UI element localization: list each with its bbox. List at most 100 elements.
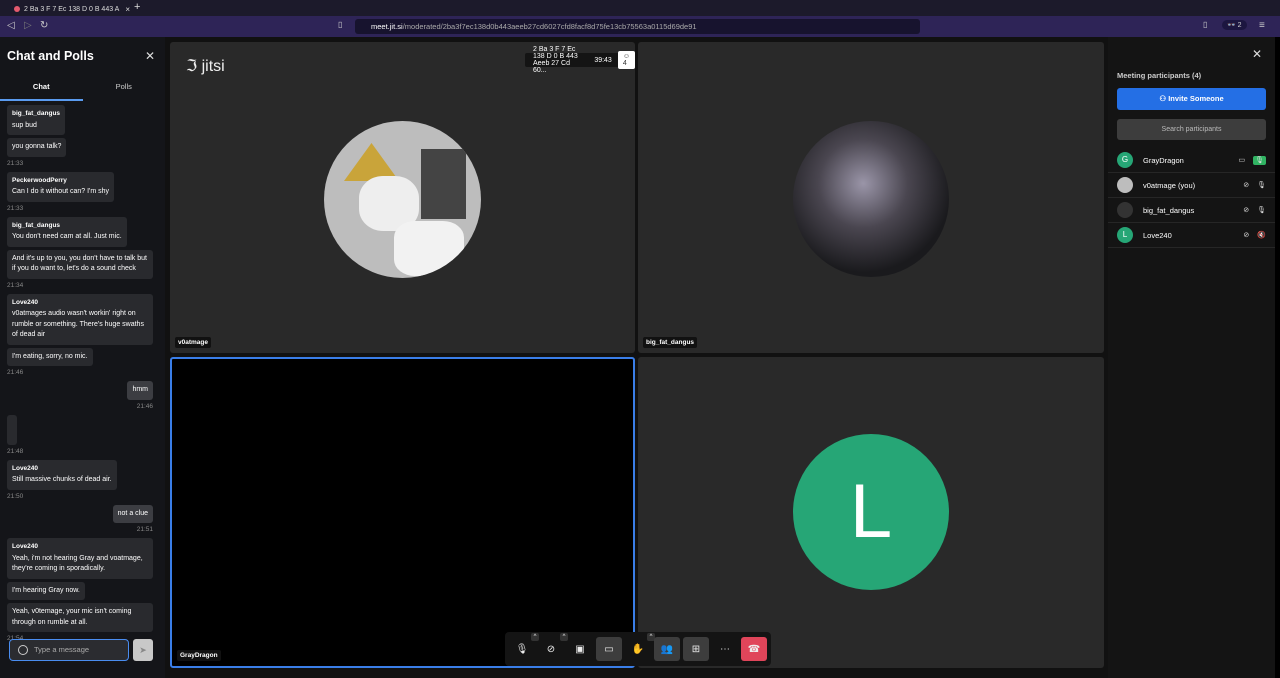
message-text: I'm hearing Gray now. — [12, 586, 80, 594]
message-text: not a clue — [117, 509, 148, 517]
tab-title: 2 Ba 3 F 7 Ec 138 D 0 B 443 A — [24, 5, 120, 13]
participant-row[interactable]: G GrayDragon ▭ 🎙 — [1108, 148, 1275, 173]
chat-message: not a clue — [112, 504, 153, 523]
url-domain: meet.jit.si — [371, 22, 403, 31]
raise-hand-button[interactable]: ✋ ^ — [625, 633, 655, 661]
screenshare-button[interactable]: ▣ — [567, 637, 593, 661]
bookmark-icon[interactable]: ▯ — [338, 20, 342, 29]
avatar-big-fat-dangus — [793, 121, 949, 277]
close-participants-icon[interactable]: ✕ — [1252, 47, 1262, 61]
jitsi-logo: ℑ jitsi — [186, 58, 225, 75]
message-timestamp: 21:33 — [7, 204, 24, 212]
message-text: Still massive chunks of dead air. — [12, 476, 112, 483]
send-button[interactable]: ➤ — [133, 639, 153, 661]
tile-name: GrayDragon — [177, 650, 221, 661]
participant-avatar: G — [1117, 152, 1133, 168]
message-text: Yeah, v0temage, your mic isn't coming th… — [12, 608, 132, 626]
chat-message — [7, 414, 17, 445]
new-tab-button[interactable]: + — [134, 1, 140, 13]
tile-graydragon[interactable]: GrayDragon — [170, 357, 635, 668]
emoji-icon[interactable] — [18, 645, 28, 655]
participant-name: GrayDragon — [1143, 155, 1184, 165]
participant-count: 4 — [622, 60, 627, 67]
tab-chat[interactable]: Chat — [0, 79, 83, 101]
tile-view-button[interactable]: ⊞ — [683, 637, 709, 661]
participant-name: v0atmage (you) — [1143, 180, 1196, 190]
message-timestamp: 21:34 — [7, 281, 24, 289]
message-timestamp: 21:46 — [136, 402, 153, 410]
tile-name: big_fat_dangus — [643, 337, 698, 348]
participant-list: G GrayDragon ▭ 🎙 v0atmage (you) ⊘ 🎙 big_fat_dan… — [1108, 148, 1275, 248]
message-author: big_fat_dangus — [12, 110, 61, 117]
chat-message: PeckerwoodPerry Can I do it without can? … — [7, 171, 115, 202]
participant-avatar — [1117, 202, 1133, 218]
meeting-info[interactable]: 2 Ba 3 F 7 Ec 138 D 0 B 443 Aeeb 27 Cd 6… — [525, 46, 635, 74]
camera-status-icon: ▭ — [1238, 157, 1246, 164]
mic-status-icon: 🎙 — [1257, 182, 1266, 189]
browser-tab[interactable]: 2 Ba 3 F 7 Ec 138 D 0 B 443 A × — [8, 2, 130, 16]
chat-message: I'm eating, sorry, no mic. — [7, 347, 93, 366]
chat-message: you gonna talk? — [7, 138, 67, 157]
message-text: Yeah, i'm not hearing Gray and voatmage,… — [12, 554, 143, 573]
address-bar: ◁ ▷ ↻ ▯ meet.jit.si/moderated/2ba3f7ec13… — [0, 16, 1280, 37]
participant-name: big_fat_dangus — [1143, 205, 1195, 215]
back-icon[interactable]: ◁ — [7, 20, 15, 31]
invite-button[interactable]: ⚇ Invite Someone — [1117, 88, 1266, 110]
logo-text: jitsi — [201, 58, 225, 75]
message-text: you gonna talk? — [12, 143, 62, 150]
chat-message: I'm hearing Gray now. — [7, 581, 85, 600]
participant-row[interactable]: big_fat_dangus ⊘ 🎙 — [1108, 198, 1275, 223]
mic-status-icon: 🎙 — [1257, 207, 1266, 214]
participant-count-badge[interactable]: ☺ 4 — [617, 51, 635, 69]
menu-icon[interactable]: ≡ — [1259, 20, 1265, 31]
meeting-timer: 39:43 — [594, 56, 612, 64]
tile-love240[interactable]: L — [638, 357, 1104, 668]
close-tab-icon[interactable]: × — [125, 5, 130, 14]
message-author: Love240 — [12, 298, 39, 306]
search-participants-input[interactable]: Search participants — [1117, 119, 1266, 140]
forward-icon[interactable]: ▷ — [24, 20, 32, 31]
profile-count: 2 — [1237, 22, 1242, 29]
chat-message: big_fat_dangus sup bud — [7, 105, 66, 135]
tile-v0atmage[interactable]: ℑ jitsi v0atmage 2 Ba 3 F 7 Ec 138 D 0 B… — [170, 42, 635, 353]
close-chat-icon[interactable]: ✕ — [145, 49, 155, 63]
input-placeholder: Type a message — [34, 645, 90, 654]
private-profile-button[interactable]: 👓 2 — [1222, 20, 1247, 30]
tile-big-fat-dangus[interactable]: big_fat_dangus — [638, 42, 1104, 353]
chat-message: Love240 Still massive chunks of dead air. — [7, 459, 117, 490]
mic-button[interactable]: 🎙 ^ — [509, 633, 539, 661]
participants-panel: ✕ Meeting participants (4) ⚇ Invite Some… — [1108, 37, 1275, 678]
participant-row[interactable]: v0atmage (you) ⊘ 🎙 — [1108, 173, 1275, 198]
favicon-icon — [14, 6, 20, 12]
message-input[interactable]: Type a message — [9, 639, 129, 661]
sidebar-toggle-icon[interactable]: ▯ — [1203, 20, 1207, 29]
participants-button[interactable]: 👥 — [654, 637, 680, 661]
chat-panel: Chat and Polls ✕ Chat Polls big_fat_dang… — [0, 37, 165, 678]
hangup-button[interactable]: ☎ — [741, 637, 767, 661]
meeting-name: 2 Ba 3 F 7 Ec 138 D 0 B 443 Aeeb 27 Cd 6… — [533, 46, 578, 74]
chat-message: Love240 Yeah, i'm not hearing Gray and vo… — [7, 538, 153, 579]
participants-title: Meeting participants (4) — [1117, 71, 1202, 80]
message-timestamp: 21:51 — [136, 526, 153, 533]
camera-button[interactable]: ⊘ ^ — [538, 633, 568, 661]
mic-status-icon: 🎙 — [1253, 156, 1266, 165]
camera-status-icon: ⊘ — [1243, 182, 1250, 189]
message-list: big_fat_dangus sup bud you gonna talk? 21:3… — [7, 105, 153, 647]
participant-name: Love240 — [1143, 230, 1172, 240]
tab-polls[interactable]: Polls — [83, 79, 166, 101]
message-timestamp: 21:50 — [7, 492, 24, 500]
message-author: Love240 — [12, 464, 39, 472]
message-text: And it's up to you, you don't have to ta… — [12, 254, 147, 273]
message-text: hmm — [132, 386, 148, 393]
mic-status-icon: 🔇 — [1257, 232, 1266, 239]
chat-button[interactable]: ▭ — [596, 637, 622, 661]
reload-icon[interactable]: ↻ — [40, 20, 48, 31]
chat-tabs: Chat Polls — [0, 79, 165, 101]
participant-avatar: L — [1117, 227, 1133, 243]
participant-row[interactable]: L Love240 ⊘ 🔇 — [1108, 223, 1275, 248]
avatar-v0atmage — [324, 121, 481, 278]
meeting-toolbar: 🎙 ^ ⊘ ^ ▣ ▭ ✋ ^ 👥 ⊞ ⋯ ☎ — [505, 632, 771, 666]
more-actions-button[interactable]: ⋯ — [712, 637, 738, 661]
url-input[interactable]: meet.jit.si/moderated/2ba3f7ec138d0b443a… — [355, 19, 920, 34]
chat-message: hmm — [127, 381, 153, 400]
